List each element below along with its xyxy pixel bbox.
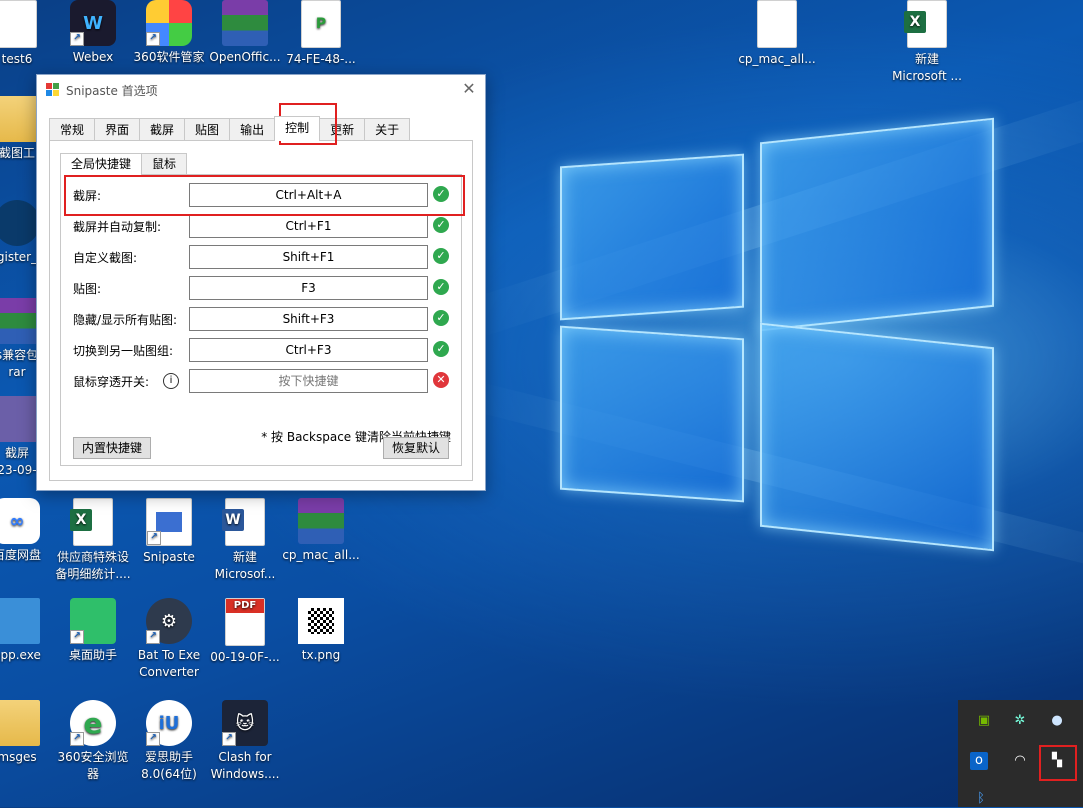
desktop-icon-new-word[interactable]: 新建 Microsof... [206, 498, 284, 583]
desktop-icon-app-exe[interactable]: app.exe [0, 598, 56, 664]
gear-icon[interactable]: ✲ [1011, 712, 1029, 730]
desktop-icon-360-browser[interactable]: e ↗ 360安全浏览 器 [54, 700, 132, 783]
folder-icon [0, 700, 40, 746]
close-button[interactable]: ✕ [461, 81, 477, 97]
hotkey-row-toggle-pastes: 隐藏/显示所有贴图: Shift+F3 ✓ [73, 307, 449, 331]
hotkey-label: 隐藏/显示所有贴图: [73, 312, 178, 327]
file-icon [0, 0, 37, 48]
hotkeys-panel: 截屏: Ctrl+Alt+A ✓ 截屏并自动复制: Ctrl+F1 ✓ 自定义截… [60, 174, 462, 466]
tab-paste[interactable]: 贴图 [184, 118, 231, 141]
desktop-icon-baidu-netdisk[interactable]: ∞ 百度网盘 [0, 498, 56, 564]
hotkey-label: 自定义截图: [73, 250, 138, 265]
folder-icon [0, 96, 40, 142]
hotkey-field-paste[interactable]: F3 [189, 276, 428, 300]
archive-icon [222, 0, 268, 46]
cat-icon: 🐱 ↗ [222, 700, 268, 746]
cloud-icon[interactable]: ● [1048, 712, 1066, 730]
hotkey-field-custom-capture[interactable]: Shift+F1 [189, 245, 428, 269]
word-icon [222, 498, 265, 546]
main-tabs: 常规 界面 截屏 贴图 输出 控制 更新 关于 [49, 116, 411, 141]
desktop-icon-clash[interactable]: 🐱 ↗ Clash for Windows.... [206, 700, 284, 783]
bluetooth-icon[interactable]: ᛒ [972, 790, 990, 808]
image-icon [0, 396, 40, 442]
hotkey-row-paste: 贴图: F3 ✓ [73, 276, 449, 300]
hotkey-row-mouse-through: 鼠标穿透开关: i 按下快捷键 ✕ [73, 369, 449, 393]
check-icon: ✓ [433, 248, 449, 264]
excel-icon [904, 0, 947, 48]
dialog-title: Snipaste 首选项 [66, 83, 158, 98]
desktop-helper-icon: ↗ [70, 598, 116, 644]
info-icon[interactable]: i [163, 373, 179, 389]
register-icon [0, 200, 40, 246]
highlight-box-capture-row [64, 175, 465, 216]
tab-capture[interactable]: 截屏 [139, 118, 186, 141]
preferences-dialog: Snipaste 首选项 ✕ 常规 界面 截屏 贴图 输出 控制 更新 关于 全… [36, 74, 486, 491]
qr-code-icon [298, 598, 344, 644]
file-icon: P [301, 0, 341, 48]
restore-defaults-button[interactable]: 恢复默认 [382, 437, 449, 459]
webex-icon: W ↗ [70, 0, 116, 46]
builtin-hotkeys-button[interactable]: 内置快捷键 [73, 437, 152, 459]
hotkey-field-capture-copy[interactable]: Ctrl+F1 [189, 214, 428, 238]
snipaste-app-icon [46, 83, 60, 97]
desktop-icon-msges[interactable]: msges [0, 700, 56, 766]
hotkey-field-toggle-pastes[interactable]: Shift+F3 [189, 307, 428, 331]
tab-about[interactable]: 关于 [364, 118, 411, 141]
title-bar: Snipaste 首选项 [37, 75, 485, 105]
desktop-icon-cp-mac-all[interactable]: cp_mac_all... [282, 498, 360, 564]
windows-logo [560, 117, 1040, 580]
tab-general[interactable]: 常规 [49, 118, 96, 141]
tab-control[interactable]: 控制 [274, 116, 321, 141]
check-icon: ✓ [433, 279, 449, 295]
desktop-icon-360-software[interactable]: ↗ 360软件管家 [130, 0, 208, 66]
excel-icon [70, 498, 113, 546]
desktop-icon-cp-mac-all-top[interactable]: cp_mac_all... [738, 0, 816, 68]
nvidia-icon[interactable]: ▣ [975, 712, 993, 730]
error-icon: ✕ [433, 372, 449, 388]
baidu-netdisk-icon: ∞ [0, 498, 40, 544]
pdf-icon: PDF [225, 598, 265, 646]
snipaste-icon: ↗ [146, 498, 192, 546]
check-icon: ✓ [433, 310, 449, 326]
hotkey-field-mouse-through[interactable]: 按下快捷键 [189, 369, 428, 393]
desktop-icon-new-excel[interactable]: 新建 Microsoft ... [888, 0, 966, 85]
archive-icon [0, 298, 40, 344]
gear-icon: ⚙ ↗ [146, 598, 192, 644]
desktop-icon-bat-to-exe[interactable]: ⚙ ↗ Bat To Exe Converter [130, 598, 208, 681]
outlook-icon[interactable]: o [970, 752, 988, 770]
hotkey-row-switch-group: 切换到另一贴图组: Ctrl+F3 ✓ [73, 338, 449, 362]
monitor-icon [0, 598, 40, 644]
highlight-box-tray-icon [1039, 745, 1077, 781]
hotkey-label: 贴图: [73, 281, 102, 296]
desktop-icon-supplier-excel[interactable]: 供应商特殊设 备明细统计.... [54, 498, 132, 583]
desktop-icon-openoffice[interactable]: OpenOffic... [206, 0, 284, 66]
hotkey-label: 切换到另一贴图组: [73, 343, 174, 358]
desktop-icon-74fe48[interactable]: P 74-FE-48-... [282, 0, 360, 68]
sub-tabs: 全局快捷键 鼠标 [60, 153, 188, 175]
subtab-global-hotkeys[interactable]: 全局快捷键 [60, 153, 143, 175]
hotkey-row-custom-capture: 自定义截图: Shift+F1 ✓ [73, 245, 449, 269]
check-icon: ✓ [433, 341, 449, 357]
desktop-icon-tx-png[interactable]: tx.png [282, 598, 360, 664]
file-icon [757, 0, 797, 48]
desktop-icon-snipaste[interactable]: ↗ Snipaste [130, 498, 208, 566]
desktop-icon-pdf[interactable]: PDF 00-19-0F-... [206, 598, 284, 666]
check-icon: ✓ [433, 217, 449, 233]
hotkey-row-capture-copy: 截屏并自动复制: Ctrl+F1 ✓ [73, 214, 449, 238]
hotkey-label: 截屏并自动复制: [73, 219, 162, 234]
desktop-icon-test6[interactable]: test6 [0, 0, 56, 68]
hotkey-field-switch-group[interactable]: Ctrl+F3 [189, 338, 428, 362]
desktop-icon-aisi[interactable]: iU ↗ 爱思助手 8.0(64位) [130, 700, 208, 783]
tab-interface[interactable]: 界面 [94, 118, 141, 141]
subtab-mouse[interactable]: 鼠标 [141, 153, 188, 174]
archive-icon [298, 498, 344, 544]
desktop-icon-desktop-helper[interactable]: ↗ 桌面助手 [54, 598, 132, 664]
360-software-icon: ↗ [146, 0, 192, 46]
browser-icon: e ↗ [70, 700, 116, 746]
desktop-icon-webex[interactable]: W ↗ Webex [54, 0, 132, 66]
aisi-icon: iU ↗ [146, 700, 192, 746]
wifi-icon[interactable]: ◠ [1011, 752, 1029, 770]
tab-output[interactable]: 输出 [229, 118, 276, 141]
